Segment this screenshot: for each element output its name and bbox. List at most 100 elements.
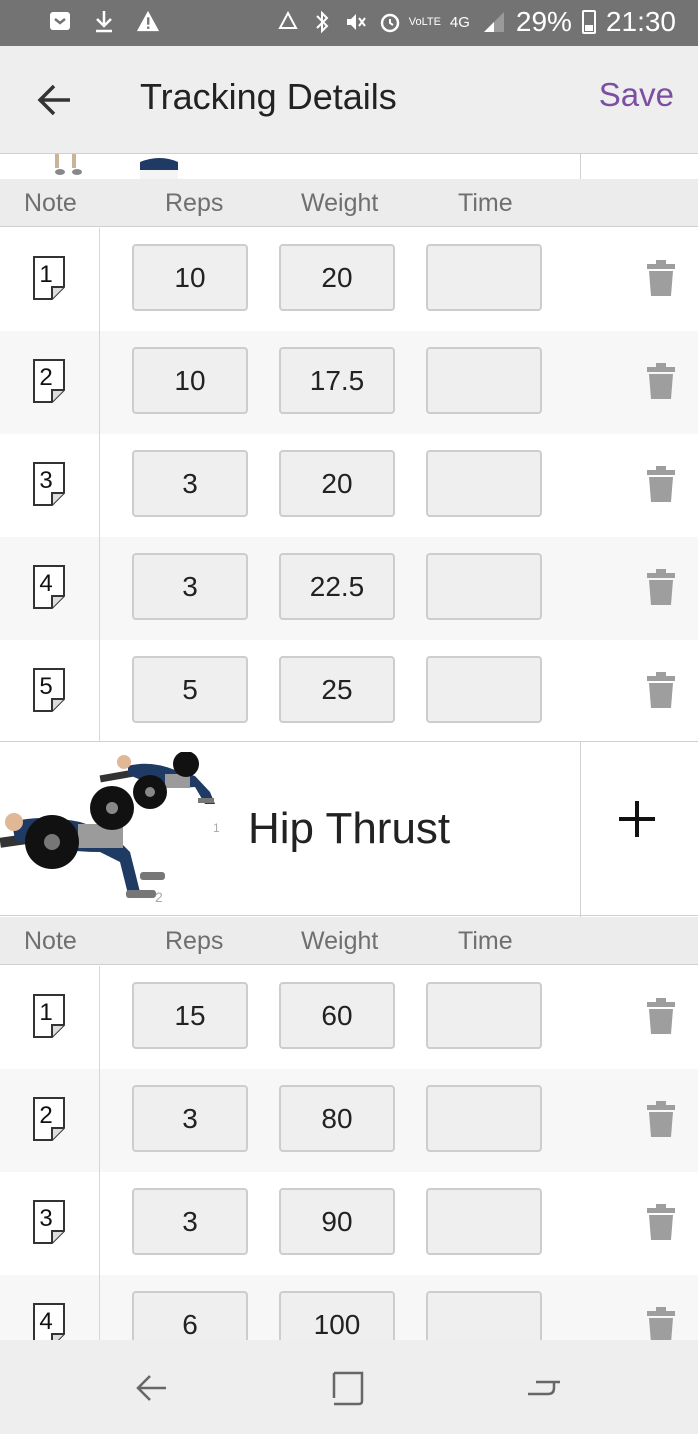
- reps-input[interactable]: 5: [132, 656, 248, 723]
- delete-set-button[interactable]: [646, 465, 676, 503]
- add-set-button[interactable]: [612, 794, 662, 844]
- header-divider: [580, 742, 581, 917]
- reps-input[interactable]: 3: [132, 1188, 248, 1255]
- note-icon[interactable]: 2: [32, 358, 66, 404]
- note-icon[interactable]: 5: [32, 667, 66, 713]
- trash-icon: [647, 1307, 675, 1343]
- col-time: Time: [458, 927, 513, 955]
- set-number: 2: [39, 1102, 53, 1129]
- set-number: 3: [39, 1205, 53, 1232]
- weight-input[interactable]: 17.5: [279, 347, 395, 414]
- col-time: Time: [458, 189, 513, 217]
- back-button[interactable]: [30, 74, 80, 124]
- set-row: 1 10 20: [0, 228, 698, 331]
- status-bar: VoLTE 4G 29% 21:30: [0, 0, 698, 46]
- weight-input[interactable]: 90: [279, 1188, 395, 1255]
- hip-thrust-image: 1 2: [0, 752, 220, 905]
- save-button[interactable]: Save: [599, 76, 674, 114]
- weight-input[interactable]: 20: [279, 450, 395, 517]
- col-reps: Reps: [165, 927, 224, 955]
- weight-input[interactable]: 25: [279, 656, 395, 723]
- recycle-icon: [276, 9, 300, 35]
- header-divider: [580, 154, 581, 179]
- nav-recents-button[interactable]: [524, 1368, 564, 1408]
- reps-input[interactable]: 3: [132, 450, 248, 517]
- set-row: 2 10 17.5: [0, 331, 698, 434]
- set-row: 4 3 22.5: [0, 537, 698, 640]
- weight-input[interactable]: 60: [279, 982, 395, 1049]
- delete-set-button[interactable]: [646, 568, 676, 606]
- time-input[interactable]: [426, 656, 542, 723]
- 4g-icon: 4G: [449, 13, 470, 31]
- screenshot-icon: [48, 8, 72, 34]
- nav-recent-square-icon: [332, 1371, 364, 1406]
- delete-set-button[interactable]: [646, 1100, 676, 1138]
- download-icon: [92, 8, 116, 34]
- delete-set-button[interactable]: [646, 997, 676, 1035]
- note-icon[interactable]: 1: [32, 255, 66, 301]
- note-icon[interactable]: 3: [32, 1199, 66, 1245]
- reps-input[interactable]: 10: [132, 244, 248, 311]
- set-row: 5 5 25: [0, 640, 698, 743]
- exercise-header-2: 1 2 Hip Thrust: [0, 741, 698, 917]
- trash-icon: [647, 569, 675, 605]
- delete-set-button[interactable]: [646, 671, 676, 709]
- time-input[interactable]: [426, 450, 542, 517]
- trash-icon: [647, 466, 675, 502]
- row-divider: [99, 640, 100, 743]
- exercise-image-1: [55, 154, 178, 179]
- note-icon[interactable]: 1: [32, 993, 66, 1039]
- note-icon[interactable]: 4: [32, 564, 66, 610]
- battery-percent: 29%: [515, 6, 572, 37]
- row-divider: [99, 331, 100, 434]
- set-number: 1: [39, 999, 53, 1026]
- delete-set-button[interactable]: [646, 259, 676, 297]
- signal-icon: [482, 9, 506, 35]
- reps-input[interactable]: 3: [132, 553, 248, 620]
- delete-set-button[interactable]: [646, 362, 676, 400]
- set-number: 4: [39, 570, 53, 597]
- reps-input[interactable]: 10: [132, 347, 248, 414]
- nav-back-button[interactable]: [132, 1368, 172, 1408]
- battery-icon: [581, 10, 596, 34]
- time-input[interactable]: [426, 982, 542, 1049]
- set-row: 2 3 80: [0, 1069, 698, 1172]
- row-divider: [99, 966, 100, 1069]
- row-divider: [99, 228, 100, 331]
- image-label-1: 1: [213, 821, 220, 835]
- row-divider: [99, 1069, 100, 1172]
- time-input[interactable]: [426, 1188, 542, 1255]
- weight-input[interactable]: 80: [279, 1085, 395, 1152]
- image-label-2: 2: [155, 889, 163, 905]
- page-title: Tracking Details: [140, 76, 397, 117]
- time-input[interactable]: [426, 1085, 542, 1152]
- row-divider: [99, 434, 100, 537]
- reps-input[interactable]: 15: [132, 982, 248, 1049]
- alarm-icon: [378, 9, 402, 35]
- weight-input[interactable]: 20: [279, 244, 395, 311]
- plus-icon: [619, 801, 655, 837]
- nav-home-button[interactable]: [328, 1368, 368, 1408]
- note-icon[interactable]: 3: [32, 461, 66, 507]
- set-row: 3 3 90: [0, 1172, 698, 1275]
- time-input[interactable]: [426, 244, 542, 311]
- weight-input[interactable]: 22.5: [279, 553, 395, 620]
- col-weight: Weight: [301, 189, 379, 217]
- col-reps: Reps: [165, 189, 224, 217]
- trash-icon: [647, 998, 675, 1034]
- exercise-header-1: [0, 154, 698, 180]
- time-input[interactable]: [426, 347, 542, 414]
- note-icon[interactable]: 2: [32, 1096, 66, 1142]
- set-number: 4: [39, 1308, 53, 1335]
- row-divider: [99, 1172, 100, 1275]
- set-number: 2: [39, 364, 53, 391]
- bluetooth-icon: [310, 9, 334, 35]
- set-row: 1 15 60: [0, 966, 698, 1069]
- exercise-name: Hip Thrust: [248, 804, 451, 853]
- trash-icon: [647, 672, 675, 708]
- warning-icon: [136, 8, 160, 34]
- delete-set-button[interactable]: [646, 1203, 676, 1241]
- time-input[interactable]: [426, 553, 542, 620]
- delete-set-button[interactable]: [646, 1306, 676, 1344]
- reps-input[interactable]: 3: [132, 1085, 248, 1152]
